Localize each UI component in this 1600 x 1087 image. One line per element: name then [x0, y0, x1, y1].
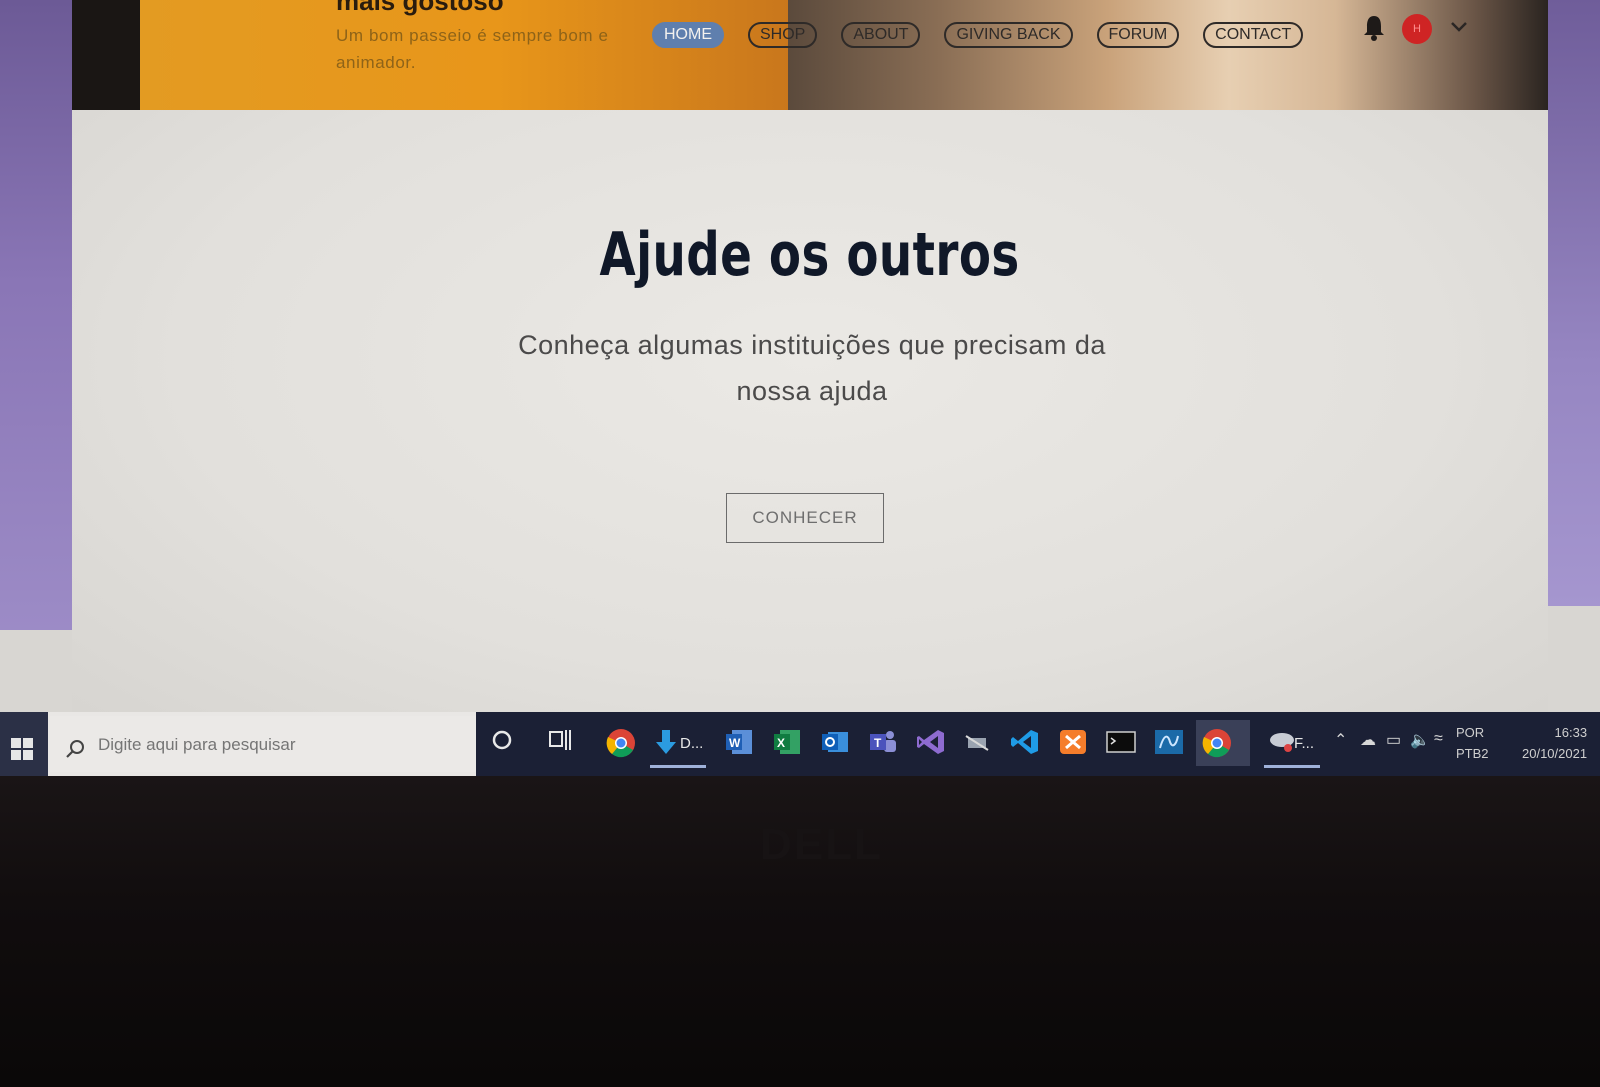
- app-label: F...: [1294, 735, 1315, 752]
- sql-icon: [1155, 730, 1183, 754]
- nav-forum[interactable]: FORUM: [1096, 22, 1180, 48]
- snipping-tool-button[interactable]: [956, 720, 1000, 766]
- screen: mais gostoso Um bom passeio é sempre bom…: [0, 0, 1600, 790]
- taskbar-search[interactable]: [50, 716, 476, 772]
- outlook-button[interactable]: [814, 720, 858, 766]
- visual-studio-button[interactable]: [910, 720, 954, 766]
- taskbar-search-area: [0, 712, 476, 776]
- website: mais gostoso Um bom passeio é sempre bom…: [72, 0, 1548, 730]
- search-input[interactable]: [98, 735, 458, 755]
- xampp-icon: [1060, 730, 1086, 754]
- language-indicator[interactable]: POR PTB2: [1456, 722, 1489, 764]
- battery-icon[interactable]: ▭: [1386, 730, 1401, 750]
- search-icon: [66, 740, 84, 758]
- svg-text:T: T: [874, 736, 882, 750]
- nav-about[interactable]: ABOUT: [841, 22, 921, 48]
- sql-workbench-button[interactable]: [1148, 720, 1192, 766]
- chevron-down-icon[interactable]: [1450, 20, 1468, 34]
- hero-subtitle: Um bom passeio é sempre bom e animador.: [336, 26, 609, 72]
- nav-shop[interactable]: SHOP: [748, 22, 818, 48]
- active-indicator: [1264, 765, 1320, 768]
- keyboard-layout: PTB2: [1456, 746, 1489, 761]
- wifi-icon[interactable]: ≈: [1434, 730, 1443, 748]
- bell-icon[interactable]: [1362, 14, 1386, 42]
- snipping-icon: [965, 735, 989, 751]
- excel-button[interactable]: X: [766, 720, 810, 766]
- chrome-icon: [1202, 729, 1231, 758]
- xampp-button[interactable]: [1052, 720, 1096, 766]
- hero-photo: [788, 0, 1548, 120]
- main-nav: HOME SHOP ABOUT GIVING BACK FORUM CONTAC…: [652, 20, 1327, 50]
- avatar[interactable]: H: [1402, 14, 1432, 44]
- chevron-up-icon[interactable]: ⌃: [1334, 730, 1347, 750]
- clock[interactable]: 16:33 20/10/2021: [1522, 722, 1587, 764]
- conhecer-button[interactable]: CONHECER: [726, 493, 884, 543]
- app-f-button[interactable]: F...: [1262, 720, 1322, 768]
- downloads-label: D...: [680, 735, 704, 752]
- excel-icon: X: [774, 730, 800, 754]
- task-view-button[interactable]: [542, 720, 586, 766]
- task-view-icon: [549, 730, 571, 750]
- giving-back-section: Ajude os outros Conheça algumas institui…: [72, 110, 1548, 730]
- nav-giving-back[interactable]: GIVING BACK: [944, 22, 1073, 48]
- vscode-button[interactable]: [1004, 720, 1048, 766]
- cortana-icon: [492, 730, 512, 750]
- onedrive-icon[interactable]: ☁: [1360, 730, 1376, 750]
- vscode-icon: [1011, 730, 1038, 754]
- teams-button[interactable]: T: [862, 720, 906, 766]
- word-icon: W: [726, 730, 752, 754]
- cortana-button[interactable]: [484, 720, 528, 766]
- svg-text:X: X: [777, 736, 785, 750]
- volume-icon[interactable]: 🔈: [1410, 730, 1430, 750]
- active-indicator: [650, 765, 706, 768]
- chrome-active-button[interactable]: [1196, 720, 1250, 766]
- desktop-edge-right: [1548, 0, 1600, 606]
- chrome-button[interactable]: [600, 720, 644, 766]
- downloads-button[interactable]: D...: [648, 720, 712, 768]
- word-button[interactable]: W: [718, 720, 762, 766]
- svg-text:W: W: [729, 736, 741, 750]
- nav-contact[interactable]: CONTACT: [1203, 22, 1304, 48]
- visual-studio-icon: [917, 730, 944, 754]
- outlook-icon: [822, 732, 848, 752]
- clock-date: 20/10/2021: [1522, 746, 1588, 761]
- taskbar: D... W X T: [0, 712, 1600, 776]
- system-tray: ⌃ ☁ ▭ 🔈 ≈ POR PTB2 16:33 20/10/2021: [1326, 712, 1600, 776]
- hero-title: mais gostoso: [336, 0, 504, 16]
- download-icon: [656, 730, 676, 754]
- terminal-button[interactable]: [1100, 720, 1144, 766]
- section-subtitle: Conheça algumas instituições que precisa…: [518, 330, 1106, 406]
- hero-banner: mais gostoso Um bom passeio é sempre bom…: [72, 0, 1548, 120]
- page-title: Ajude os outros: [599, 220, 1020, 290]
- windows-start-icon: [11, 738, 33, 760]
- language-code: POR: [1456, 725, 1485, 740]
- clock-time: 16:33: [1554, 725, 1588, 740]
- dell-logo: DELL: [760, 820, 883, 869]
- nav-home[interactable]: HOME: [652, 22, 724, 48]
- teams-icon: T: [870, 731, 896, 752]
- laptop-bezel: DELL: [0, 776, 1600, 1087]
- terminal-icon: [1106, 731, 1136, 753]
- chrome-icon: [606, 729, 635, 758]
- start-button[interactable]: [0, 712, 48, 776]
